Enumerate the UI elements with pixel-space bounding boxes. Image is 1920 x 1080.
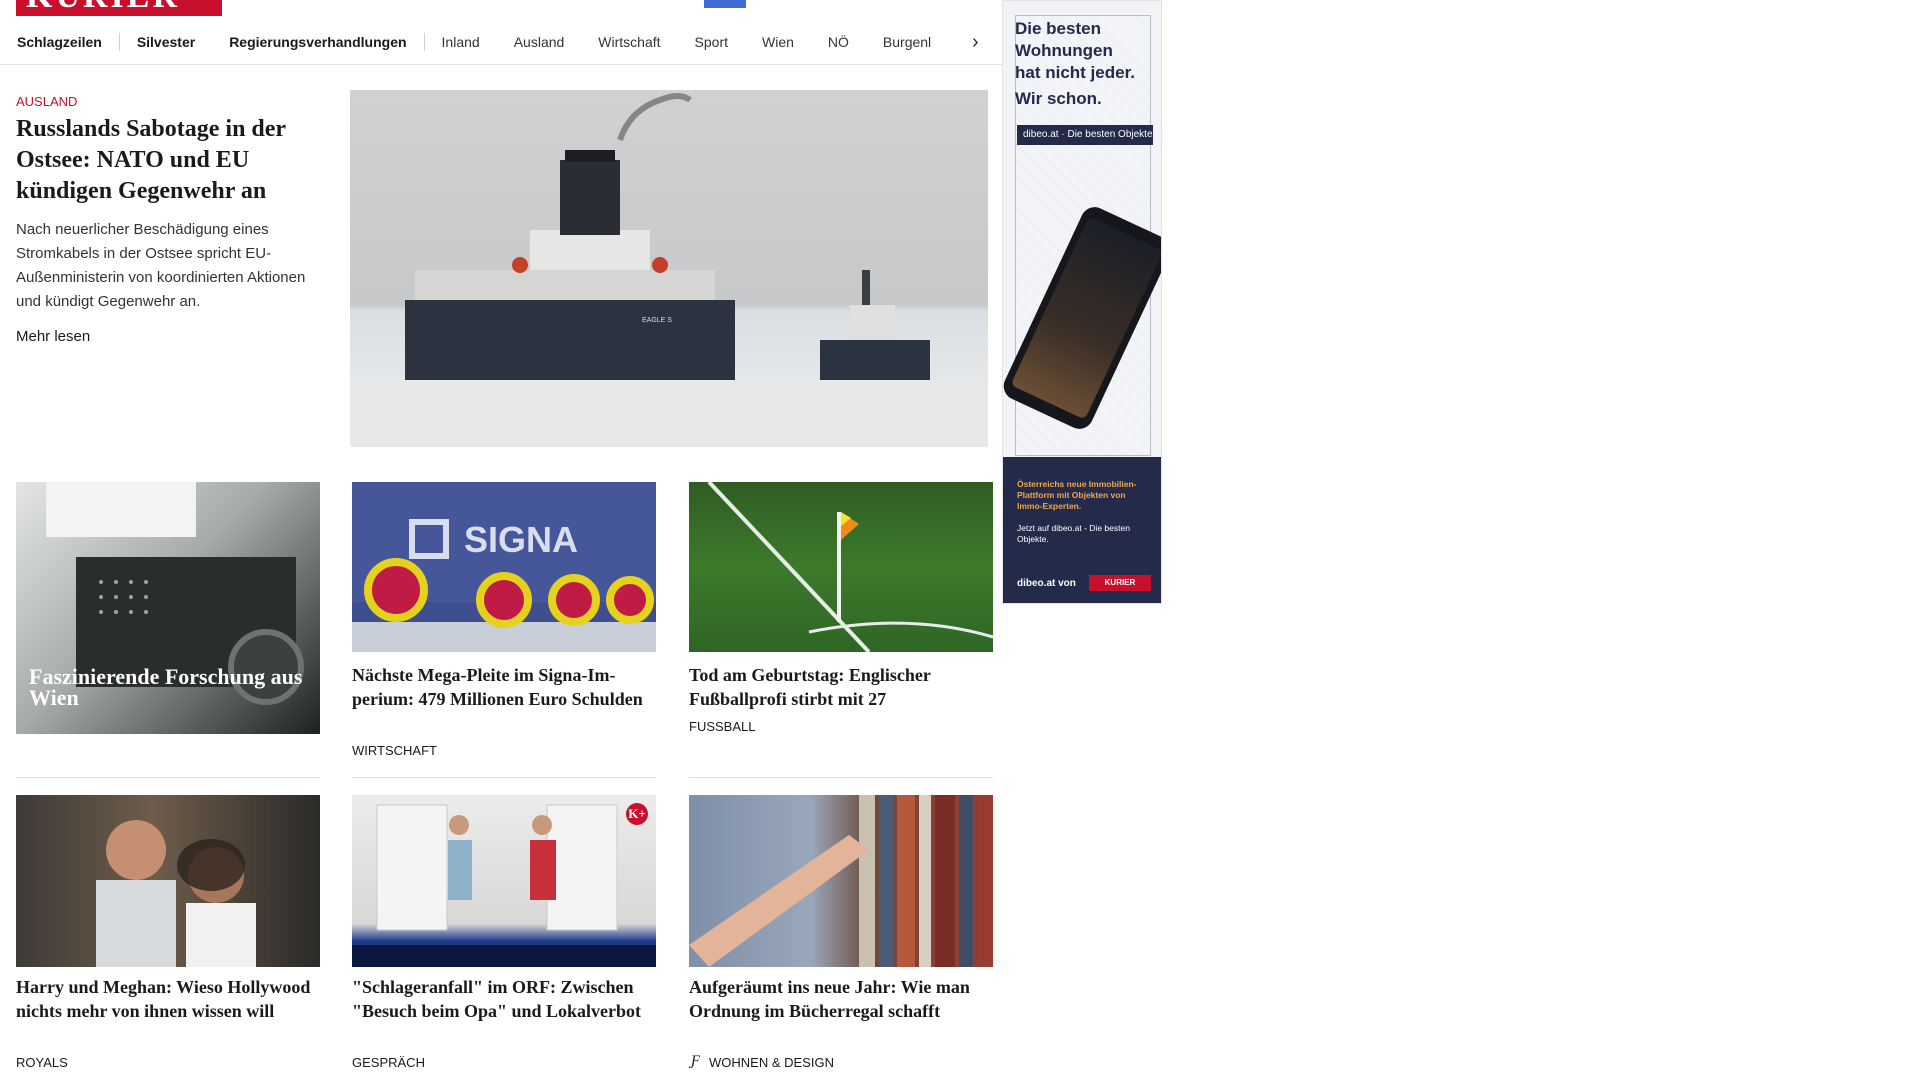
card-image-orf[interactable]: K+ (352, 795, 656, 967)
card-divider (352, 777, 656, 778)
card-image-royals[interactable] (16, 795, 320, 967)
nav-item-sport[interactable]: Sport (695, 34, 728, 50)
ship-illustration: EAGLE S (350, 93, 988, 447)
card-title[interactable]: Nächste Mega-Pleite im Signa-Im­perium: … (352, 663, 656, 711)
hero-teaser: Nach neuerlicher Beschädigung eines Stro… (16, 221, 306, 310)
card-divider (16, 777, 320, 778)
card-category[interactable]: ƒ WOHNEN & DESIGN (689, 1053, 834, 1070)
read-more-link[interactable]: Mehr lesen (16, 328, 90, 345)
script-f-icon: ƒ (691, 1053, 701, 1069)
card-category[interactable]: WIRTSCHAFT (352, 743, 437, 758)
card-category[interactable]: GESPRÄCH (352, 1055, 425, 1070)
ad-footer-cta: Jetzt auf dibeo.at - Die besten Objekte. (1017, 523, 1130, 544)
kurier-logo[interactable]: KURIER (16, 0, 222, 16)
ad-footer: Österreichs neue Immobilien-Plattform mi… (1003, 457, 1161, 603)
nav-item-inland[interactable]: Inland (442, 34, 480, 50)
nav-item-silvester[interactable]: Silvester (137, 34, 195, 50)
card-title[interactable]: Aufgeräumt ins neue Jahr: Wie man Ordnun… (689, 975, 993, 1023)
ad-headline-line2: Wir schon. (1015, 89, 1102, 108)
card-overlay-title[interactable]: Faszinierende Forschung aus Wien (29, 666, 320, 709)
nav-item-regierungsverhandlungen[interactable]: Regierungsverhandlungen (229, 34, 406, 50)
chevron-right-icon[interactable]: › (972, 31, 979, 54)
nav-item-noe[interactable]: NÖ (828, 34, 849, 50)
ad-kurier-logo: KURIER (1089, 575, 1151, 591)
card-image-football[interactable] (689, 482, 993, 652)
corner-flag-illustration (707, 482, 993, 652)
top-accent-bar (704, 0, 746, 8)
ad-headline: Die besten Wohnungen hat nicht jeder. Wi… (1015, 18, 1155, 110)
nav-item-wirtschaft[interactable]: Wirtschaft (598, 34, 660, 50)
card-title[interactable]: Harry und Meghan: Wieso Holly­wood nicht… (16, 975, 320, 1023)
hero-image-ship[interactable]: EAGLE S (350, 90, 988, 447)
section-nav: Schlagzeilen Silvester Regierungsverhand… (0, 20, 1004, 65)
card-title[interactable]: Tod am Geburtstag: Englischer Fußballpro… (689, 663, 993, 711)
nav-item-schlagzeilen[interactable]: Schlagzeilen (17, 34, 102, 50)
stage-illustration (352, 804, 656, 967)
kplus-badge: K+ (626, 803, 648, 825)
bookshelf-illustration (689, 795, 973, 967)
signa-banner-illustration: SIGNA (352, 482, 656, 652)
ad-banner[interactable]: Die besten Wohnungen hat nicht jeder. Wi… (1002, 0, 1162, 604)
ad-footer-brand: dibeo.at von (1017, 578, 1076, 589)
card-category-label: WOHNEN & DESIGN (709, 1055, 834, 1070)
card-image-research[interactable]: Faszinierende Forschung aus Wien (16, 482, 320, 734)
signa-banner-text: SIGNA (464, 519, 578, 560)
hero-kicker[interactable]: AUSLAND (16, 94, 77, 109)
nav-item-wien[interactable]: Wien (762, 34, 794, 50)
ad-headline-line1: Die besten Wohnungen hat nicht jeder. (1015, 19, 1135, 82)
card-title[interactable]: "Schlageranfall" im ORF: Zwischen "Besuc… (352, 975, 656, 1023)
card-category[interactable]: ROYALS (16, 1055, 68, 1070)
royals-illustration (96, 820, 256, 967)
ad-footer-text: Österreichs neue Immobilien-Plattform mi… (1017, 479, 1137, 511)
card-divider (689, 777, 993, 778)
card-image-bookshelf[interactable] (689, 795, 993, 967)
card-category[interactable]: FUSSBALL (689, 719, 755, 734)
card-image-signa[interactable]: SIGNA (352, 482, 656, 652)
ship-name-text: EAGLE S (642, 317, 672, 324)
nav-fade (940, 20, 972, 64)
nav-item-burgenland[interactable]: Burgenl (883, 34, 931, 50)
nav-divider (423, 33, 425, 51)
nav-item-ausland[interactable]: Ausland (514, 34, 565, 50)
hero-title[interactable]: Russlands Sabotage in der Ostsee: NATO u… (16, 114, 316, 207)
nav-divider (118, 33, 120, 51)
ad-brand-bar: dibeo.at · Die besten Objekte (1017, 125, 1153, 145)
